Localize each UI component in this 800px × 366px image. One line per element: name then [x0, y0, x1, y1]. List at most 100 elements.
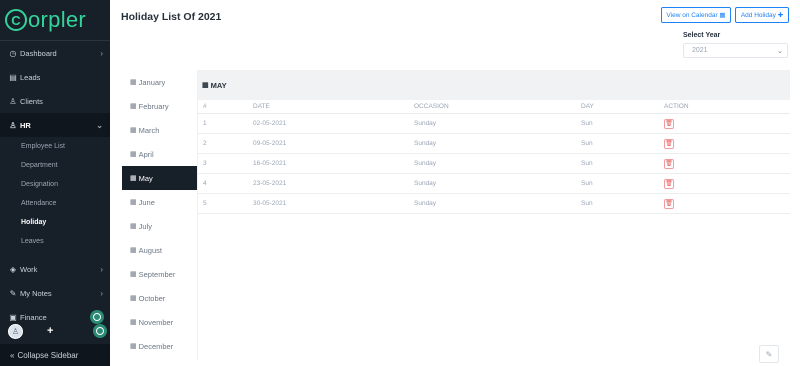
double-chevron-left-icon: «	[10, 350, 15, 360]
sidebar-item-label: Leads	[20, 72, 41, 82]
sidebar-item-label: My Notes	[20, 288, 52, 298]
chevron-right-icon: ›	[100, 288, 103, 298]
calendar-icon: ▦	[130, 151, 137, 158]
month-list: ▦ January ▦ February ▦ March ▦ April ▦ May ▦ J…	[122, 70, 197, 358]
row-occasion: Sunday	[414, 120, 437, 127]
chevron-down-icon: ⌄	[777, 47, 783, 55]
month-tab-august[interactable]: ▦ August	[122, 238, 197, 262]
delete-button[interactable]: 🗑	[664, 178, 674, 189]
calendar-icon: ▦	[130, 103, 137, 110]
month-tab-march[interactable]: ▦ March	[122, 118, 197, 142]
calendar-icon: ▦	[130, 127, 137, 134]
calendar-icon: ▦	[130, 271, 137, 278]
app-logo[interactable]: C orpler	[0, 0, 110, 40]
sidebar-item-label: Dashboard	[20, 48, 57, 58]
toggle-icon[interactable]	[93, 324, 107, 338]
sidebar-item-label: Work	[20, 264, 38, 274]
delete-button[interactable]: 🗑	[664, 138, 674, 149]
sidebar-item-clients[interactable]: ♙ Clients	[0, 89, 110, 113]
month-tab-july[interactable]: ▦ July	[122, 214, 197, 238]
sidebar-subitem-department[interactable]: Department	[0, 156, 110, 175]
month-label: March	[138, 125, 160, 135]
sidebar: C orpler ◷ Dashboard › ▤ Leads ♙ Clients…	[0, 0, 110, 366]
calendar-icon: ▦	[130, 295, 137, 302]
month-tab-may[interactable]: ▦ May	[122, 166, 197, 190]
trash-icon: 🗑	[665, 201, 673, 207]
calendar-icon: ▦	[130, 199, 137, 206]
month-tab-december[interactable]: ▦ December	[122, 334, 197, 358]
month-tab-october[interactable]: ▦ October	[122, 286, 197, 310]
month-label: June	[138, 197, 155, 207]
month-label: February	[138, 101, 169, 111]
avatar[interactable]: ♙	[8, 323, 23, 339]
month-tab-january[interactable]: ▦ January	[122, 70, 197, 94]
row-date: 16-05-2021	[253, 160, 287, 167]
collapse-sidebar-button[interactable]: « Collapse Sidebar	[0, 344, 110, 366]
holiday-panel: ▦ MAY # DATE OCCASION DAY ACTION 1 02-05…	[197, 70, 790, 360]
sidebar-subitem-employee-list[interactable]: Employee List	[0, 137, 110, 156]
sidebar-subitem-attendance[interactable]: Attendance	[0, 194, 110, 213]
month-label: May	[138, 173, 153, 183]
year-select-value: 2021	[692, 47, 708, 54]
calendar-icon: ▦	[130, 175, 137, 182]
sidebar-subitem-holiday[interactable]: Holiday	[0, 213, 110, 232]
notes-icon: ✎	[9, 288, 17, 298]
month-tab-april[interactable]: ▦ April	[122, 142, 197, 166]
sidebar-item-leads[interactable]: ▤ Leads	[0, 65, 110, 89]
row-day: Sun	[581, 140, 593, 147]
view-on-calendar-button[interactable]: View on Calendar ▦	[661, 7, 731, 23]
trash-icon: 🗑	[665, 181, 673, 187]
delete-button[interactable]: 🗑	[664, 118, 674, 129]
sidebar-item-dashboard[interactable]: ◷ Dashboard ›	[0, 41, 110, 65]
row-date: 09-05-2021	[253, 140, 287, 147]
table-row: 1 02-05-2021 Sunday Sun 🗑	[198, 114, 790, 134]
logo-text: orpler	[28, 7, 87, 32]
layers-icon: ◈	[9, 264, 17, 274]
column-header-action: ACTION	[664, 103, 689, 110]
month-tab-june[interactable]: ▦ June	[122, 190, 197, 214]
column-header-number: #	[203, 103, 207, 110]
row-number: 5	[203, 200, 207, 207]
user-icon: ♙	[11, 326, 20, 336]
edit-icon-button[interactable]: ✎	[759, 345, 779, 363]
month-tab-november[interactable]: ▦ November	[122, 310, 197, 334]
collapse-sidebar-label: Collapse Sidebar	[17, 350, 79, 360]
edit-icon: ✎	[765, 349, 773, 359]
calendar-icon: ▦	[130, 79, 137, 86]
document-icon: ▤	[9, 72, 17, 82]
row-occasion: Sunday	[414, 140, 437, 147]
select-year-label: Select Year	[683, 32, 721, 39]
table-header: # DATE OCCASION DAY ACTION	[198, 100, 790, 114]
page-title: Holiday List Of 2021	[121, 11, 222, 23]
row-number: 2	[203, 140, 207, 147]
trash-icon: 🗑	[665, 121, 673, 127]
sidebar-subitem-leaves[interactable]: Leaves	[0, 232, 110, 251]
add-holiday-button[interactable]: Add Holiday ✚	[735, 7, 789, 23]
plus-icon[interactable]: +	[47, 325, 53, 337]
month-label: November	[138, 317, 174, 327]
row-date: 30-05-2021	[253, 200, 287, 207]
month-tab-february[interactable]: ▦ February	[122, 94, 197, 118]
row-occasion: Sunday	[414, 180, 437, 187]
sidebar-item-work[interactable]: ◈ Work ›	[0, 257, 110, 281]
month-tab-september[interactable]: ▦ September	[122, 262, 197, 286]
sidebar-item-my-notes[interactable]: ✎ My Notes ›	[0, 281, 110, 305]
delete-button[interactable]: 🗑	[664, 198, 674, 209]
sidebar-subitem-designation[interactable]: Designation	[0, 175, 110, 194]
month-label: October	[138, 293, 166, 303]
clients-icon: ♙	[9, 96, 17, 106]
column-header-day: DAY	[581, 103, 594, 110]
calendar-icon: ▦	[130, 319, 137, 326]
delete-button[interactable]: 🗑	[664, 158, 674, 169]
sidebar-item-hr[interactable]: ♙ HR ⌄	[0, 113, 110, 137]
table-row: 5 30-05-2021 Sunday Sun 🗑	[198, 194, 790, 214]
column-header-occasion: OCCASION	[414, 103, 449, 110]
month-label: September	[138, 269, 176, 279]
panel-heading-label: MAY	[210, 80, 227, 90]
row-day: Sun	[581, 160, 593, 167]
panel-heading: ▦ MAY	[198, 70, 790, 100]
year-select[interactable]: 2021 ⌄	[683, 43, 788, 58]
row-occasion: Sunday	[414, 160, 437, 167]
chevron-right-icon: ›	[100, 48, 103, 58]
month-label: December	[138, 341, 174, 351]
